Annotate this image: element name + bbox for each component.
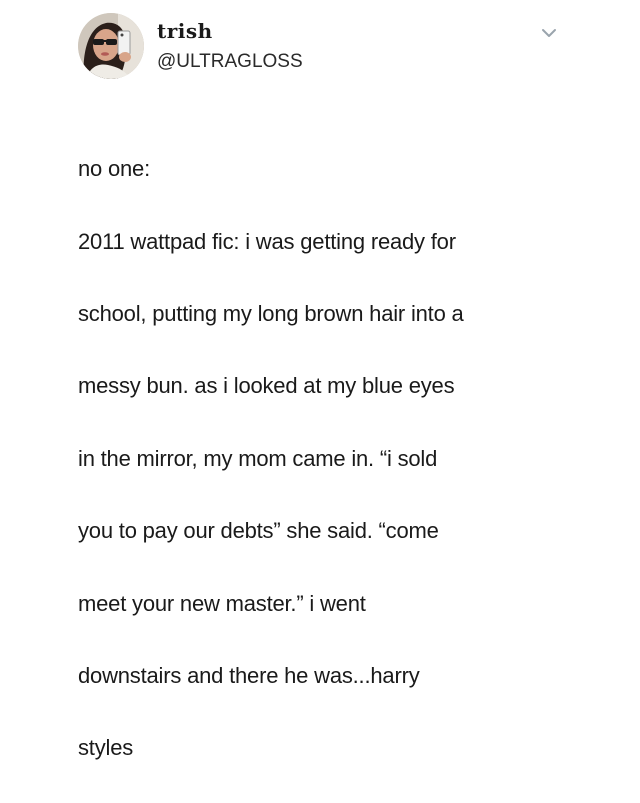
tweet-text: no one: 2011 wattpad fic: i was getting …	[78, 115, 598, 803]
display-name[interactable]: trish	[157, 19, 213, 43]
user-handle[interactable]: @ULTRAGLOSS	[157, 51, 303, 73]
chevron-down-icon[interactable]	[540, 26, 558, 40]
avatar-image	[78, 13, 144, 79]
tweet-line: styles	[78, 735, 134, 761]
tweet-line: no one:	[78, 156, 151, 182]
tweet-line: meet your new master.” i went	[78, 590, 366, 616]
tweet-card: trish @ULTRAGLOSS no one: 2011 wattpad f…	[0, 0, 640, 760]
tweet-line: school, putting my long brown hair into …	[78, 301, 464, 327]
tweet-line: in the mirror, my mom came in. “i sold	[78, 445, 438, 471]
tweet-line: downstairs and there he was...harry	[78, 663, 420, 689]
tweet-line: 2011 wattpad fic: i was getting ready fo…	[78, 228, 456, 254]
avatar[interactable]	[78, 13, 144, 79]
tweet-line: messy bun. as i looked at my blue eyes	[78, 373, 455, 399]
tweet-line: you to pay our debts” she said. “come	[78, 518, 439, 544]
